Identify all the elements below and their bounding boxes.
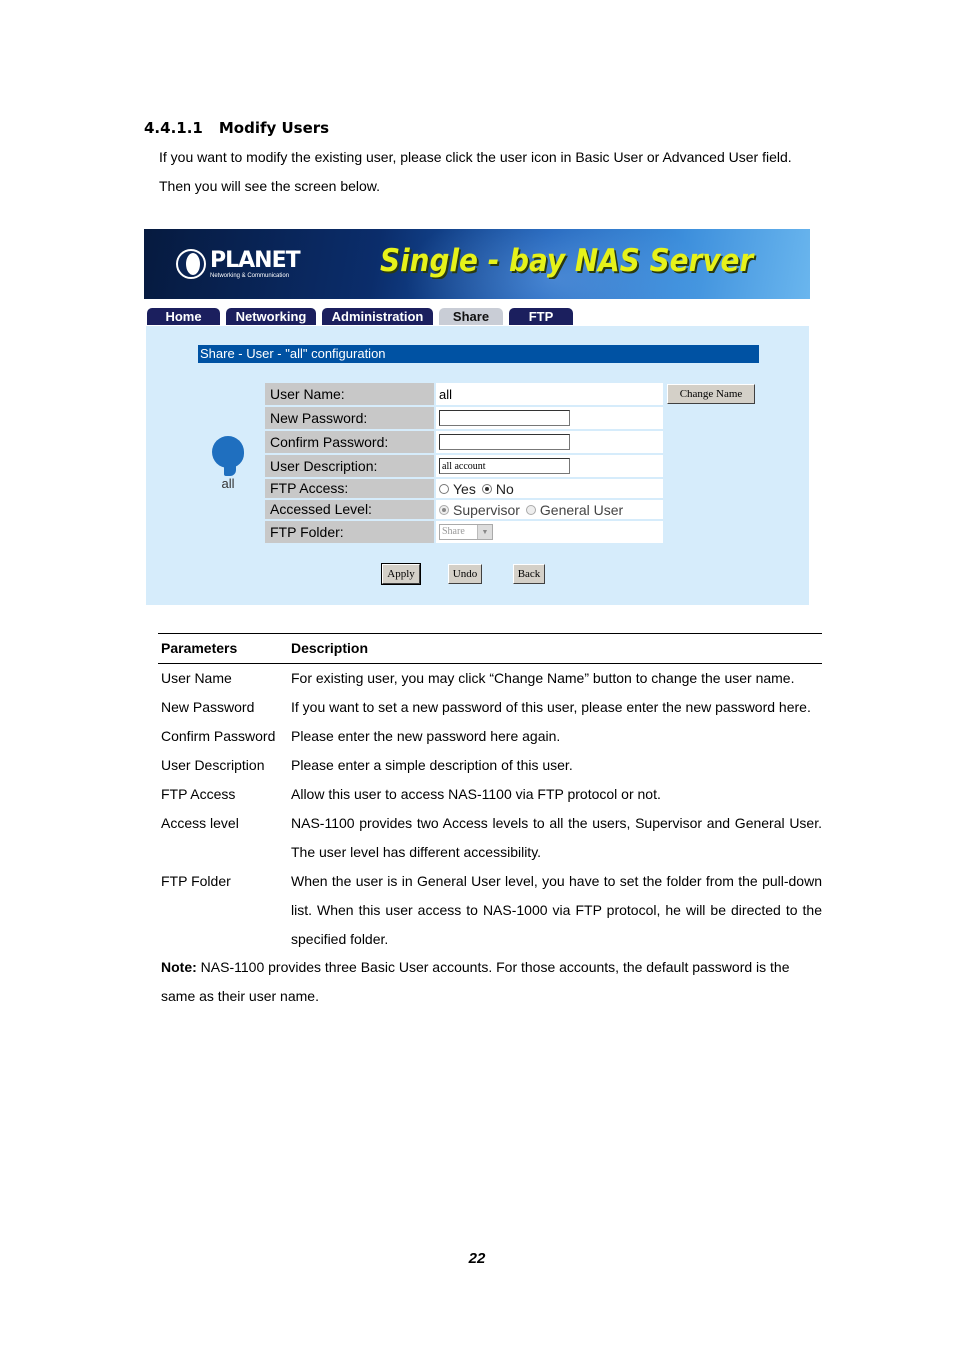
section-title: Modify Users bbox=[218, 119, 330, 137]
form-row-user-description: User Description: bbox=[265, 455, 663, 477]
access-level-supervisor-label: Supervisor bbox=[453, 501, 520, 518]
planet-logo-icon bbox=[176, 249, 206, 279]
undo-button[interactable]: Undo bbox=[448, 564, 482, 584]
ftp-access-yes-radio[interactable]: Yes bbox=[439, 481, 476, 497]
table-row: New Password If you want to set a new pas… bbox=[158, 693, 822, 722]
user-description-input[interactable] bbox=[439, 458, 570, 474]
user-description-label: User Description: bbox=[265, 455, 434, 477]
nav-tabs: Home Networking Administration Share FTP bbox=[147, 308, 573, 325]
table-row: Access level NAS-1100 provides two Access… bbox=[158, 809, 822, 867]
parameters-table: Parameters Description User Name For exis… bbox=[158, 633, 822, 954]
new-password-label: New Password: bbox=[265, 407, 434, 429]
user-avatar[interactable]: all bbox=[206, 436, 250, 491]
tab-administration[interactable]: Administration bbox=[322, 308, 433, 325]
ftp-access-no-label: No bbox=[495, 480, 514, 497]
config-title-bar: Share - User - "all" configuration bbox=[198, 345, 759, 363]
change-name-button[interactable]: Change Name bbox=[667, 384, 755, 404]
radio-unchecked-icon bbox=[439, 483, 449, 494]
user-name-value: all bbox=[436, 383, 663, 405]
table-row: FTP Folder When the user is in General Us… bbox=[158, 867, 822, 954]
form-row-confirm-password: Confirm Password: bbox=[265, 431, 663, 453]
param-desc: Please enter a simple description of thi… bbox=[291, 757, 573, 773]
page-number: 22 bbox=[468, 1250, 486, 1267]
param-name: FTP Folder bbox=[161, 873, 231, 889]
ftp-folder-value: Share bbox=[442, 526, 465, 537]
param-desc: Allow this user to access NAS-1100 via F… bbox=[291, 786, 661, 802]
table-row: Confirm Password Please enter the new pas… bbox=[158, 722, 822, 751]
form-row-user-name: User Name: all bbox=[265, 383, 663, 405]
confirm-password-label: Confirm Password: bbox=[265, 431, 434, 453]
ftp-access-yes-label: Yes bbox=[453, 480, 476, 497]
tab-networking[interactable]: Networking bbox=[226, 308, 316, 325]
ftp-access-label: FTP Access: bbox=[265, 479, 434, 498]
ftp-folder-label: FTP Folder: bbox=[265, 521, 434, 543]
new-password-input[interactable] bbox=[439, 410, 570, 426]
user-name-label: User Name: bbox=[265, 383, 434, 405]
intro-paragraph-1: If you want to modify the existing user,… bbox=[159, 149, 792, 165]
ftp-access-no-radio[interactable]: No bbox=[481, 480, 514, 497]
nas-screenshot: PLANET Networking & Communication Single… bbox=[144, 229, 810, 605]
tab-ftp[interactable]: FTP bbox=[509, 308, 573, 325]
table-row: FTP Access Allow this user to access NAS-… bbox=[158, 780, 822, 809]
form-row-new-password: New Password: bbox=[265, 407, 663, 429]
form-row-access-level: Accessed Level: Supervisor General User bbox=[265, 500, 663, 519]
param-desc: When the user is in General User level, … bbox=[291, 873, 822, 947]
form-row-ftp-access: FTP Access: Yes No bbox=[265, 479, 663, 498]
content-panel: Share - User - "all" configuration all U… bbox=[146, 326, 809, 605]
header-description: Description bbox=[291, 640, 369, 656]
note-label: Note: bbox=[161, 959, 197, 975]
apply-button[interactable]: Apply bbox=[381, 563, 421, 585]
tab-share[interactable]: Share bbox=[439, 308, 503, 325]
form-row-ftp-folder: FTP Folder: Share ▼ bbox=[265, 521, 663, 543]
table-header: Parameters Description bbox=[158, 634, 822, 664]
param-desc: For existing user, you may click “Change… bbox=[291, 670, 795, 686]
access-level-general-radio[interactable]: General User bbox=[525, 501, 624, 518]
header-banner: PLANET Networking & Communication Single… bbox=[144, 229, 810, 299]
table-row: User Name For existing user, you may clic… bbox=[158, 664, 822, 693]
user-head-icon bbox=[210, 436, 246, 476]
radio-unchecked-icon bbox=[525, 504, 536, 515]
access-level-supervisor-radio[interactable]: Supervisor bbox=[439, 502, 520, 518]
user-config-form: User Name: all New Password: Confirm Pas… bbox=[265, 383, 663, 545]
table-row: User Description Please enter a simple de… bbox=[158, 751, 822, 780]
ftp-folder-select[interactable]: Share ▼ bbox=[439, 524, 493, 540]
param-name: User Name bbox=[161, 670, 232, 686]
param-desc: If you want to set a new password of thi… bbox=[291, 699, 811, 715]
note-text: NAS-1100 provides three Basic User accou… bbox=[161, 959, 790, 1004]
param-desc: Please enter the new password here again… bbox=[291, 728, 561, 744]
access-level-label: Accessed Level: bbox=[265, 500, 434, 519]
param-name: FTP Access bbox=[161, 786, 236, 802]
tab-home[interactable]: Home bbox=[147, 308, 220, 325]
brand-tagline: Networking & Communication bbox=[210, 272, 290, 279]
section-number: 4.4.1.1 bbox=[144, 119, 203, 137]
note-paragraph: Note: NAS-1100 provides three Basic User… bbox=[161, 953, 821, 1011]
user-avatar-label: all bbox=[221, 476, 235, 491]
param-desc: NAS-1100 provides two Access levels to a… bbox=[291, 815, 822, 860]
planet-logo: PLANET Networking & Communication bbox=[176, 247, 301, 279]
radio-checked-icon bbox=[439, 504, 449, 515]
radio-checked-icon bbox=[481, 483, 492, 494]
header-parameters: Parameters bbox=[161, 640, 238, 656]
chevron-down-icon: ▼ bbox=[477, 525, 492, 539]
access-level-general-label: General User bbox=[539, 501, 624, 518]
param-name: New Password bbox=[161, 699, 255, 715]
param-name: User Description bbox=[161, 757, 265, 773]
brand-name: PLANET bbox=[210, 247, 301, 273]
section-heading: 4.4.1.1 Modify Users bbox=[144, 119, 329, 137]
back-button[interactable]: Back bbox=[513, 564, 545, 584]
param-name: Access level bbox=[161, 815, 239, 831]
product-title: Single - bay NAS Server bbox=[380, 243, 754, 279]
param-name: Confirm Password bbox=[161, 728, 276, 744]
confirm-password-input[interactable] bbox=[439, 434, 570, 450]
intro-paragraph-2: Then you will see the screen below. bbox=[159, 178, 381, 194]
